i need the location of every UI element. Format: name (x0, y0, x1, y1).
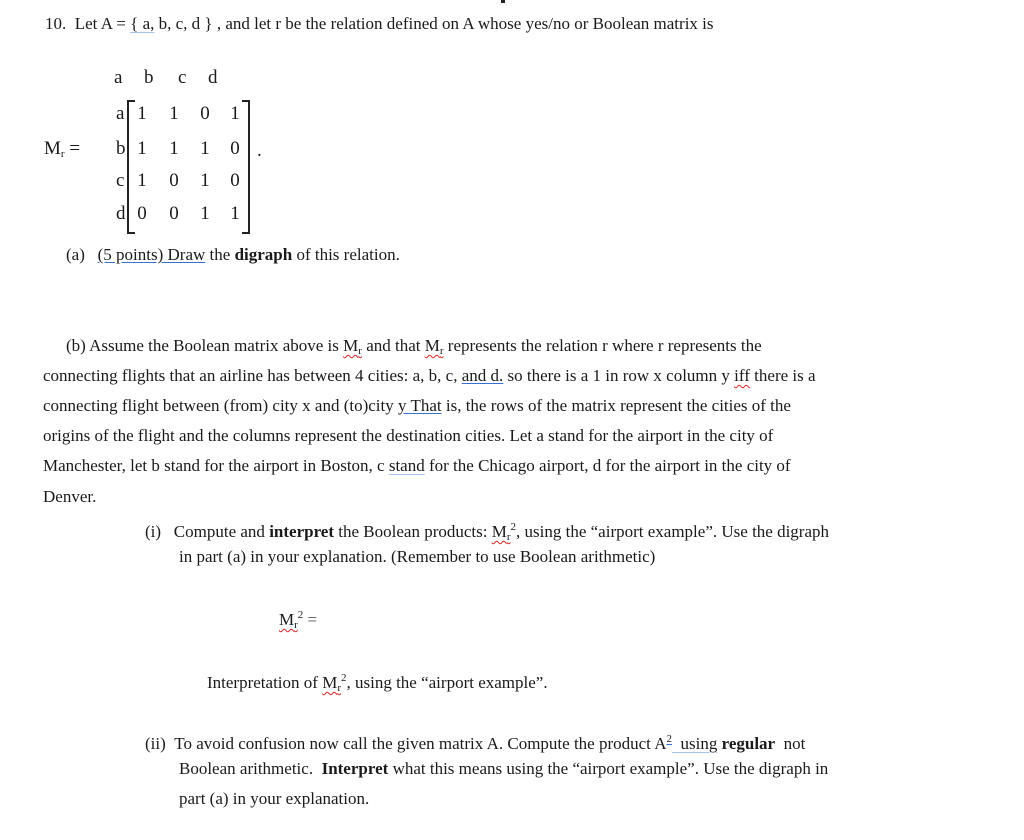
mr-squared-answer-label: Mr2 = (279, 609, 318, 631)
part-ii-line-1: (ii) To avoid confusion now call the giv… (145, 733, 806, 753)
mr-symbol: Mr (424, 336, 444, 357)
matrix-cell: 0 (200, 103, 210, 124)
row-label: c (116, 170, 125, 191)
column-label: b (144, 67, 154, 88)
column-label: c (178, 67, 187, 88)
part-a-label: (a) (66, 245, 85, 264)
part-i-line-2: in part (a) in your explanation. (Rememb… (179, 547, 656, 566)
part-ii-line-2: Boolean arithmetic. Interpret what this … (179, 759, 829, 778)
part-b-line-2: connecting flights that an airline has b… (43, 366, 816, 385)
part-b-line-5: Manchester, let b stand for the airport … (43, 456, 791, 475)
points-draw: (5 points) Draw (97, 245, 206, 264)
matrix-cell: 1 (230, 103, 240, 124)
matrix-cell: 0 (169, 170, 179, 191)
row-label: a (116, 103, 125, 124)
matrix-period: . (257, 140, 262, 161)
part-ii-line-3: part (a) in your explanation. (179, 789, 370, 808)
question-intro: 10. Let A = { a, b, c, d } , and let r b… (45, 14, 714, 33)
matrix-cell: 0 (230, 170, 240, 191)
part-i-label: (i) (145, 522, 162, 541)
column-label: d (208, 67, 218, 88)
question-number: 10. (45, 14, 67, 33)
matrix-cell: 1 (200, 138, 210, 159)
part-b-line-1: (b) Assume the Boolean matrix above is M… (66, 336, 762, 357)
page-artifact (501, 0, 505, 3)
matrix-cell: 1 (230, 203, 240, 224)
right-bracket (242, 100, 250, 234)
interpretation-label: Interpretation of Mr2, using the “airpor… (207, 672, 548, 694)
part-b-line-4: origins of the flight and the columns re… (43, 426, 774, 445)
row-label: d (116, 203, 126, 224)
matrix-cell: 1 (200, 170, 210, 191)
matrix-cell: 1 (137, 170, 147, 191)
part-i-line-1: (i) Compute and interpret the Boolean pr… (145, 521, 830, 543)
mr-symbol: Mr (343, 336, 362, 357)
part-a: (a) (5 points) Draw the digraph of this … (66, 245, 400, 264)
set-notation-start: { a, (130, 14, 155, 33)
part-ii-label: (ii) (145, 734, 166, 753)
matrix-name: Mr = (44, 138, 81, 160)
boolean-matrix: a b c d Mr = a b c d 1 1 0 1 1 1 1 0 1 0… (30, 60, 262, 240)
part-b-line-6: Denver. (43, 487, 97, 506)
column-label: a (114, 67, 123, 88)
matrix-cell: 1 (137, 103, 147, 124)
left-bracket (127, 100, 135, 234)
row-label: b (116, 138, 126, 159)
matrix-cell: 1 (200, 203, 210, 224)
mr-symbol: Mr (491, 522, 511, 543)
matrix-cell: 0 (137, 203, 147, 224)
part-b-line-3: connecting flight between (from) city x … (43, 396, 791, 415)
matrix-cell: 0 (169, 203, 179, 224)
matrix-cell: 1 (169, 138, 179, 159)
matrix-cell: 1 (169, 103, 179, 124)
matrix-cell: 0 (230, 138, 240, 159)
matrix-cell: 1 (137, 138, 147, 159)
